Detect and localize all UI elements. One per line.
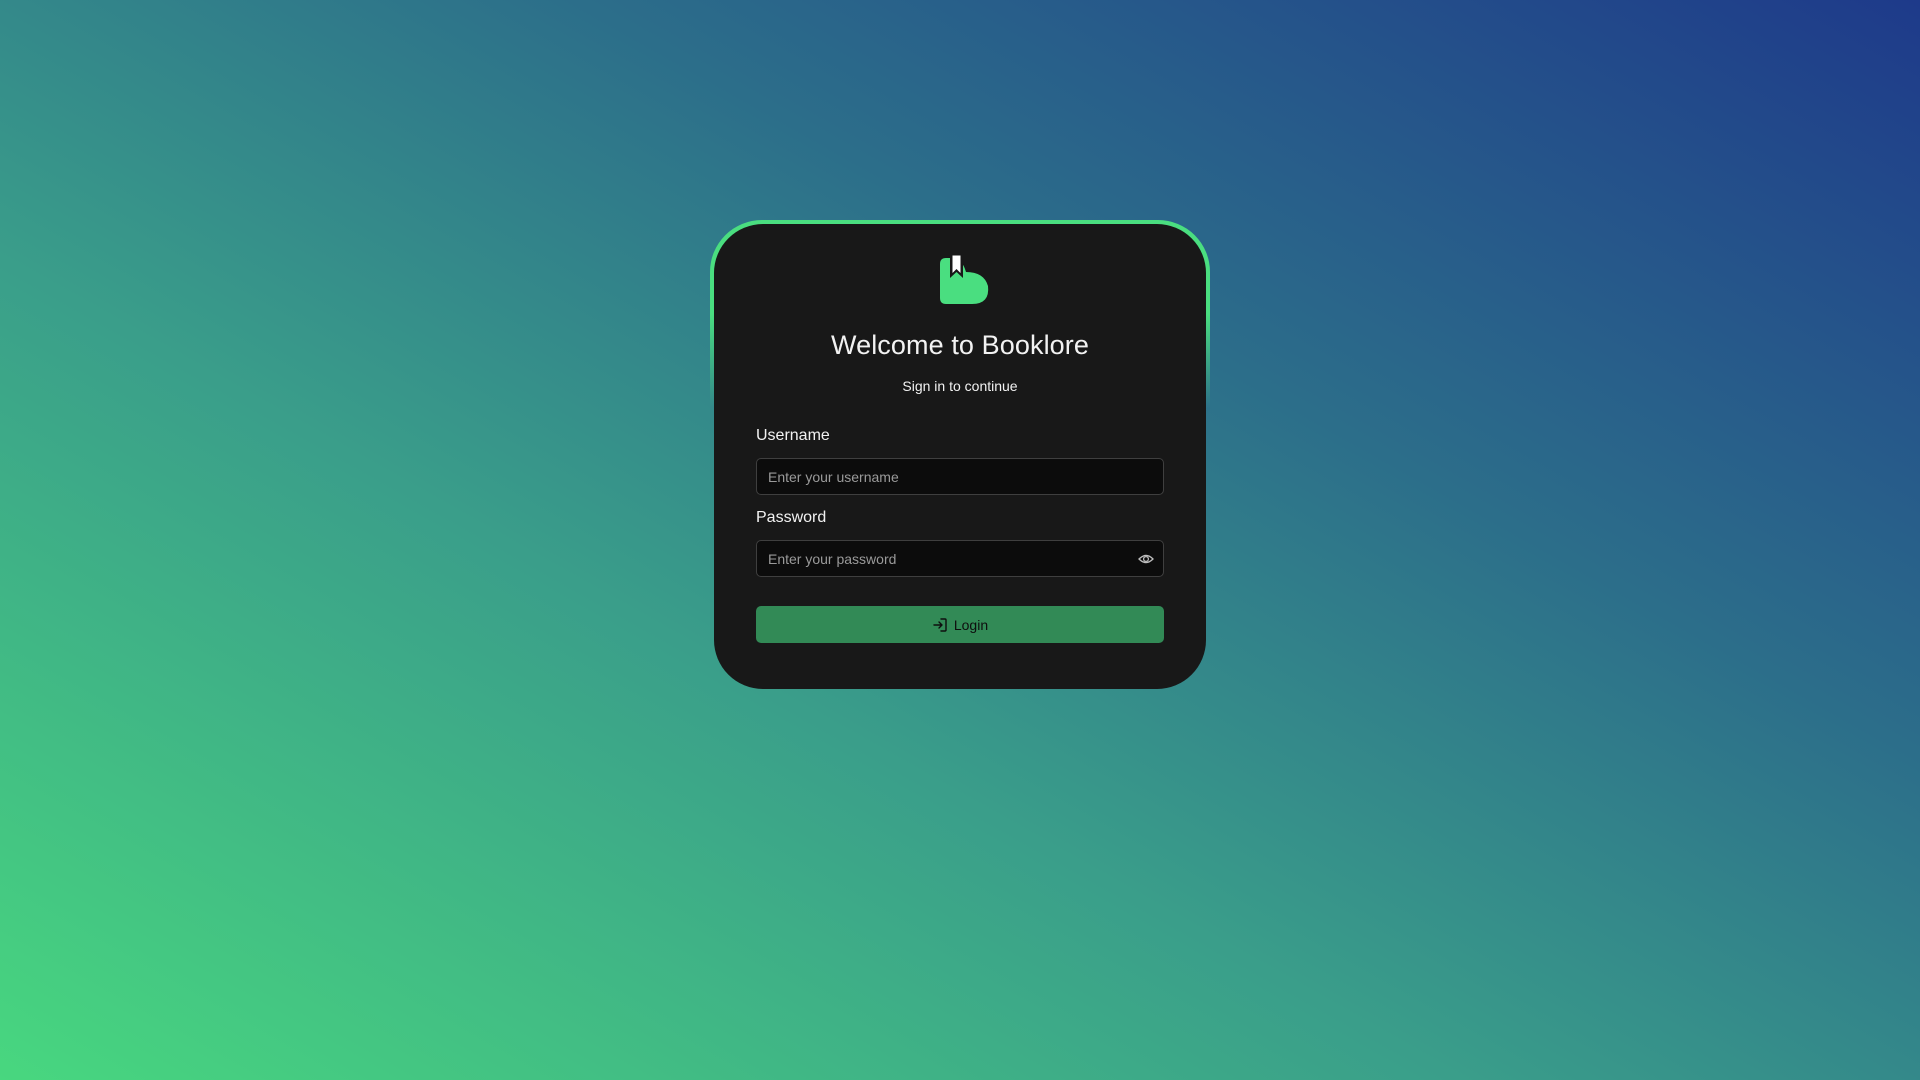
password-label: Password — [756, 509, 827, 526]
username-label: Username — [756, 427, 830, 444]
sign-in-icon — [933, 617, 947, 632]
login-card-border: Welcome to Booklore Sign in to continue … — [710, 220, 1210, 689]
login-button[interactable]: Login — [756, 606, 1164, 643]
booklore-logo-icon — [940, 254, 989, 304]
login-card: Welcome to Booklore Sign in to continue … — [714, 224, 1206, 689]
page-subtitle: Sign in to continue — [902, 378, 1018, 394]
page-title: Welcome to Booklore — [830, 330, 1090, 360]
login-button-label: Login — [953, 616, 989, 633]
username-input[interactable] — [757, 459, 1163, 494]
password-field-container — [756, 540, 1164, 577]
password-input[interactable] — [757, 541, 1163, 576]
eye-icon[interactable] — [1138, 552, 1154, 566]
username-field-container — [756, 458, 1164, 495]
